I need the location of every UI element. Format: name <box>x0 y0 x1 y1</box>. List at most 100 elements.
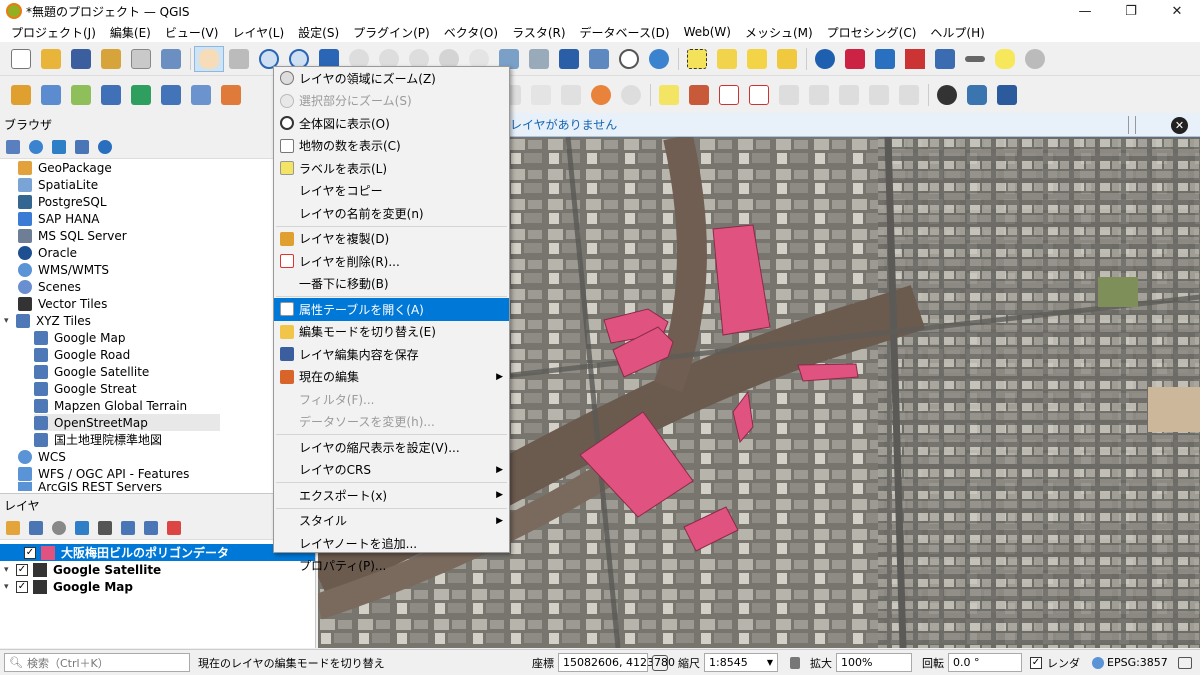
menu-open-attribute-table[interactable]: 属性テーブルを開く(A) <box>274 298 509 321</box>
checkbox-icon[interactable] <box>280 138 294 153</box>
change-label-icon[interactable] <box>834 82 864 108</box>
python-icon[interactable] <box>962 82 992 108</box>
redo-icon[interactable] <box>616 82 646 108</box>
menu-save-layer-edits[interactable]: レイヤ編集内容を保存 <box>274 343 509 366</box>
rotate-label-icon[interactable] <box>804 82 834 108</box>
move-label-icon[interactable] <box>774 82 804 108</box>
deselect-icon[interactable] <box>742 46 772 72</box>
crs-button[interactable]: EPSG:3857 <box>1107 656 1168 669</box>
menu-help[interactable]: ヘルプ(H) <box>923 24 991 41</box>
magnifier-spinbox[interactable]: 100% <box>836 653 912 672</box>
pin-labels-icon[interactable] <box>714 82 744 108</box>
label-style-icon[interactable] <box>684 82 714 108</box>
identify-icon[interactable] <box>810 46 840 72</box>
plugin-globe-icon[interactable] <box>932 82 962 108</box>
new-geopackage-icon[interactable] <box>36 82 66 108</box>
message-scroll[interactable] <box>1128 116 1136 134</box>
visibility-eye-icon[interactable] <box>52 520 66 535</box>
expand-all-icon[interactable] <box>121 520 135 535</box>
menu-layer-crs[interactable]: レイヤのCRS ▶ <box>274 459 509 482</box>
add-raster-icon[interactable] <box>126 82 156 108</box>
coordinate-field[interactable]: 15082606, 4123780 <box>558 653 675 672</box>
style-brush-icon[interactable] <box>6 520 20 535</box>
messages-icon[interactable] <box>1177 656 1192 669</box>
crs-globe-icon[interactable] <box>1092 656 1104 669</box>
print-layout-icon[interactable] <box>126 46 156 72</box>
menu-mesh[interactable]: メッシュ(M) <box>738 24 820 41</box>
add-mesh-icon[interactable] <box>156 82 186 108</box>
render-checkbox[interactable]: ✓ <box>1030 656 1042 669</box>
menu-web[interactable]: Web(W) <box>677 25 738 39</box>
menu-add-layer-notes[interactable]: レイヤノートを追加... <box>274 532 509 555</box>
menu-styles[interactable]: スタイル ▶ <box>274 510 509 533</box>
layer-row-googlemap[interactable]: ▾ ✓ Google Map <box>0 578 315 595</box>
digitize-pencil-icon[interactable] <box>216 82 246 108</box>
browser-item[interactable]: Oracle <box>18 244 315 261</box>
menu-project[interactable]: プロジェクト(J) <box>4 24 103 41</box>
minimize-icon[interactable]: — <box>1062 4 1108 19</box>
browser-item[interactable]: ArcGIS REST Servers <box>18 482 315 491</box>
locator-search-icon[interactable] <box>1020 46 1050 72</box>
menu-rename-layer[interactable]: レイヤの名前を変更(n) <box>274 202 509 225</box>
close-window-icon[interactable]: ✕ <box>1154 4 1200 19</box>
statistics-sigma-icon[interactable] <box>900 46 930 72</box>
temporal-controller-icon[interactable] <box>614 46 644 72</box>
menu-processing[interactable]: プロセシング(C) <box>820 24 924 41</box>
layer-checkbox[interactable]: ✓ <box>16 580 28 593</box>
menu-remove-layer[interactable]: レイヤを削除(R)... <box>274 250 509 273</box>
expand-icon[interactable]: ▾ <box>4 316 14 326</box>
remove-layer-icon[interactable] <box>167 520 181 535</box>
paste-features-icon[interactable] <box>556 82 586 108</box>
select-features-icon[interactable] <box>682 46 712 72</box>
bookmark-icon[interactable] <box>554 46 584 72</box>
menu-raster[interactable]: ラスタ(R) <box>505 24 572 41</box>
browser-item-xyz[interactable]: ▾ XYZ Tiles <box>4 312 315 329</box>
label-props-icon[interactable] <box>864 82 894 108</box>
menu-copy-layer[interactable]: レイヤをコピー <box>274 180 509 203</box>
copy-features-icon[interactable] <box>526 82 556 108</box>
filter-icon[interactable] <box>52 139 66 154</box>
add-layer-icon[interactable] <box>6 139 20 154</box>
lock-scale-icon[interactable] <box>790 656 800 669</box>
label-tool-icon[interactable] <box>654 82 684 108</box>
save-project-icon[interactable] <box>66 46 96 72</box>
expand-icon[interactable]: ▾ <box>4 582 14 592</box>
map-tips-icon[interactable] <box>990 46 1020 72</box>
menu-show-in-overview[interactable]: 全体図に表示(O) <box>274 112 509 135</box>
browser-item[interactable]: SAP HANA <box>18 210 315 227</box>
menu-show-feature-count[interactable]: 地物の数を表示(C) <box>274 135 509 158</box>
menu-zoom-to-layer[interactable]: レイヤの領域にズーム(Z) <box>274 67 509 90</box>
select-by-value-icon[interactable] <box>712 46 742 72</box>
filter-legend-icon[interactable] <box>75 520 89 535</box>
menu-set-scale-visibility[interactable]: レイヤの縮尺表示を設定(V)... <box>274 436 509 459</box>
menu-export[interactable]: エクスポート(x) ▶ <box>274 484 509 507</box>
browser-item[interactable]: WFS / OGC API - Features <box>18 465 315 482</box>
scale-select[interactable]: 1:8545 ▼ <box>704 653 778 672</box>
browser-item[interactable]: PostgreSQL <box>18 193 315 210</box>
menu-view[interactable]: ビュー(V) <box>158 24 226 41</box>
save-as-icon[interactable] <box>96 46 126 72</box>
add-wms-icon[interactable] <box>186 82 216 108</box>
menu-vector[interactable]: ベクタ(O) <box>437 24 505 41</box>
browser-item[interactable]: Vector Tiles <box>18 295 315 312</box>
show-bookmarks-icon[interactable] <box>584 46 614 72</box>
browser-item[interactable]: Scenes <box>18 278 315 295</box>
rotation-spinbox[interactable]: 0.0 ° <box>948 653 1022 672</box>
expression-filter-icon[interactable] <box>98 520 112 535</box>
style-manager-icon[interactable] <box>156 46 186 72</box>
menu-layer[interactable]: レイヤ(L) <box>225 24 291 41</box>
menu-toggle-editing[interactable]: 編集モードを切り替え(E) <box>274 321 509 344</box>
refresh-browser-icon[interactable] <box>29 139 43 154</box>
layer-checkbox[interactable]: ✓ <box>24 546 36 559</box>
info-icon[interactable] <box>98 139 112 154</box>
menu-duplicate-layer[interactable]: レイヤを複製(D) <box>274 228 509 251</box>
close-message-icon[interactable]: ✕ <box>1171 117 1188 134</box>
open-table-icon[interactable] <box>930 46 960 72</box>
open-project-icon[interactable] <box>36 46 66 72</box>
menu-show-labels[interactable]: ラベルを表示(L) <box>274 157 509 180</box>
browser-item[interactable]: MS SQL Server <box>18 227 315 244</box>
undo-icon[interactable] <box>586 82 616 108</box>
layer-checkbox[interactable]: ✓ <box>16 563 28 576</box>
browser-item[interactable]: OpenStreetMap <box>34 414 220 431</box>
menu-plugins[interactable]: プラグイン(P) <box>346 24 437 41</box>
